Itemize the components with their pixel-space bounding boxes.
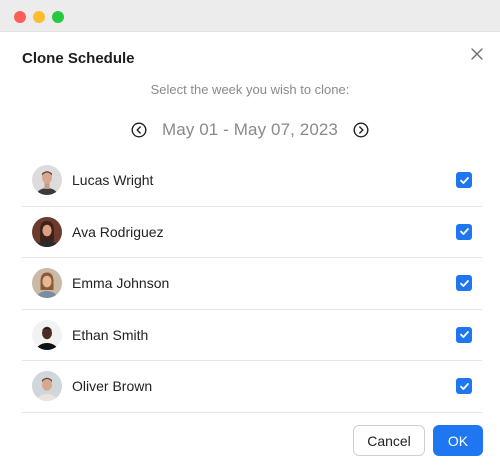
avatar (32, 319, 62, 350)
person-name: Oliver Brown (72, 378, 153, 395)
list-item[interactable]: Lucas Wright (22, 155, 482, 207)
checkmark-icon (459, 176, 469, 184)
list-item[interactable]: Ava Rodriguez (22, 207, 482, 258)
window-minimize-button[interactable] (33, 11, 45, 23)
checkmark-icon (459, 228, 469, 236)
checkmark-icon (459, 331, 469, 339)
include-checkbox[interactable] (456, 275, 472, 292)
previous-week-button[interactable] (130, 121, 148, 139)
close-dialog-button[interactable] (466, 43, 488, 65)
avatar (32, 165, 62, 196)
list-item[interactable]: Ethan Smith (22, 310, 482, 361)
include-checkbox[interactable] (456, 223, 472, 240)
instruction-text: Select the week you wish to clone: (150, 82, 350, 97)
include-checkbox[interactable] (456, 326, 472, 343)
ok-button[interactable]: OK (433, 425, 483, 456)
cancel-button[interactable]: Cancel (353, 425, 425, 456)
dialog-title: Clone Schedule (22, 50, 135, 67)
avatar (32, 371, 62, 402)
list-item[interactable]: Emma Johnson (22, 258, 482, 310)
close-icon (471, 48, 483, 60)
checkmark-icon (459, 279, 469, 287)
avatar (32, 216, 62, 247)
avatar (32, 268, 62, 299)
include-checkbox[interactable] (456, 172, 472, 189)
window-maximize-button[interactable] (52, 11, 64, 23)
person-name: Ava Rodriguez (72, 223, 164, 240)
week-range-label: May 01 - May 07, 2023 (162, 120, 338, 139)
people-list: Lucas Wright Ava Rodriguez Emma Johnson … (22, 155, 482, 413)
list-item[interactable]: Oliver Brown (22, 361, 482, 413)
checkmark-icon (459, 382, 469, 390)
chevron-right-circle-icon (353, 122, 369, 138)
window-close-button[interactable] (14, 11, 26, 23)
person-name: Ethan Smith (72, 326, 149, 343)
person-name: Lucas Wright (72, 172, 154, 189)
next-week-button[interactable] (352, 121, 370, 139)
window-titlebar (0, 0, 500, 32)
person-name: Emma Johnson (72, 275, 170, 292)
week-selector: May 01 - May 07, 2023 (0, 118, 500, 142)
chevron-left-circle-icon (131, 122, 147, 138)
include-checkbox[interactable] (456, 378, 472, 395)
